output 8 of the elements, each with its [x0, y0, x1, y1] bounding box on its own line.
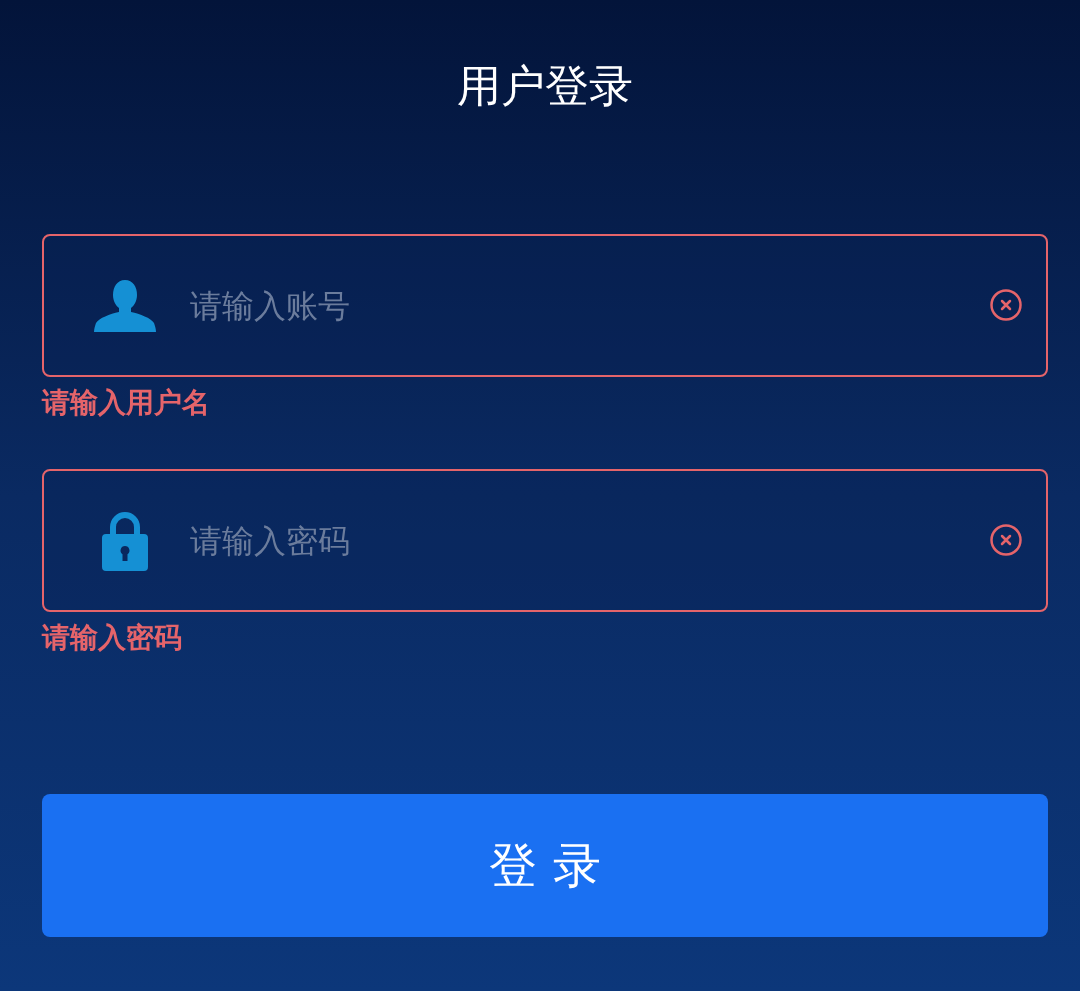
padlock-icon — [100, 510, 150, 571]
person-icon — [94, 279, 156, 332]
error-message: 请输入用户名 — [42, 385, 210, 421]
error-message: 请输入密码 — [42, 620, 182, 656]
clear-icon[interactable] — [990, 289, 1022, 321]
login-button[interactable]: 登 录 — [42, 794, 1048, 937]
page-title: 用户登录 — [457, 59, 633, 113]
clear-icon[interactable] — [990, 524, 1022, 556]
